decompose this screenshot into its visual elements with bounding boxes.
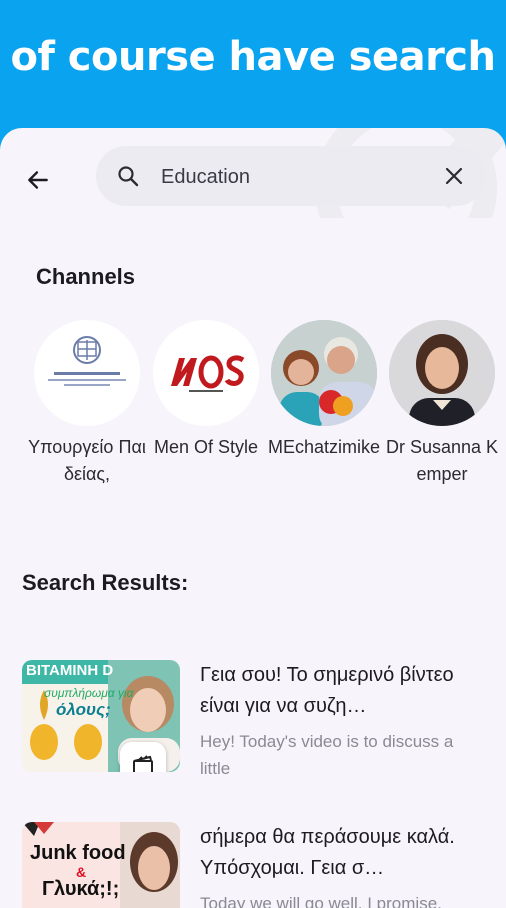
- channels-list: Υπουργείο Παιδείας, Men Of Style MEchatz…: [0, 320, 506, 490]
- thumbnail-caption: ΒΙΤΑΜΙΝΗ D: [26, 662, 114, 679]
- couple-photo-icon: [271, 320, 377, 426]
- clapperboard-icon: [133, 755, 153, 772]
- thumbnail-caption: συμπλήρωμα για: [44, 686, 134, 700]
- close-icon[interactable]: [442, 164, 466, 188]
- mos-logo-icon: [171, 355, 245, 392]
- back-button[interactable]: [18, 160, 58, 200]
- channel-item[interactable]: Υπουργείο Παιδείας,: [27, 320, 147, 488]
- shorts-badge: [120, 742, 166, 772]
- search-icon: [118, 166, 139, 187]
- result-description: Hey! Today's video is to discuss a littl…: [200, 732, 454, 778]
- result-item[interactable]: Junk food & Γλυκά;!; σήμερα θα περάσουμε…: [22, 822, 492, 908]
- channel-name: Dr Susanna Kemper: [385, 437, 499, 484]
- banner-title: of course have search: [10, 34, 496, 80]
- avatar: [34, 320, 140, 426]
- result-item[interactable]: ΒΙΤΑΜΙΝΗ D συμπλήρωμα για όλους; Γεια σο…: [22, 660, 492, 790]
- ministry-logo-icon: [48, 336, 126, 386]
- avatar: [389, 320, 495, 426]
- video-thumbnail[interactable]: ΒΙΤΑΜΙΝΗ D συμπλήρωμα για όλους;: [22, 660, 180, 772]
- channel-item[interactable]: Men Of Style: [146, 320, 266, 488]
- result-title: σήμερα θα περάσουμε καλά. Υπόσχομαι. Γει…: [200, 826, 455, 879]
- search-bar[interactable]: [96, 146, 486, 206]
- thumbnail-caption: όλους;: [56, 700, 111, 719]
- avatar: [271, 320, 377, 426]
- channel-item[interactable]: MEchatzimike: [264, 320, 384, 488]
- channel-item[interactable]: Dr Susanna Kemper: [382, 320, 502, 488]
- result-description: Today we will go well. I promise.: [200, 894, 442, 908]
- app-screen: Channels Υπουργείο Παιδείας,: [0, 128, 506, 908]
- channel-name: Υπουργείο Παιδείας,: [28, 437, 146, 484]
- video-thumbnail[interactable]: Junk food & Γλυκά;!;: [22, 822, 180, 908]
- channel-name: MEchatzimike: [267, 437, 381, 457]
- avatar: [153, 320, 259, 426]
- search-input[interactable]: [159, 160, 423, 194]
- woman-portrait-icon: [389, 320, 495, 426]
- promo-banner: of course have search: [0, 0, 506, 140]
- result-title: Γεια σου! Το σημερινό βίντεο είναι για ν…: [200, 664, 454, 717]
- arrow-left-icon: [28, 171, 48, 189]
- thumbnail-caption: Γλυκά;!;: [42, 878, 120, 900]
- thumbnail-caption: Junk food: [30, 842, 126, 864]
- channel-name: Men Of Style: [153, 437, 259, 457]
- channels-heading: Channels: [36, 264, 136, 289]
- search-results-heading: Search Results:: [22, 570, 189, 595]
